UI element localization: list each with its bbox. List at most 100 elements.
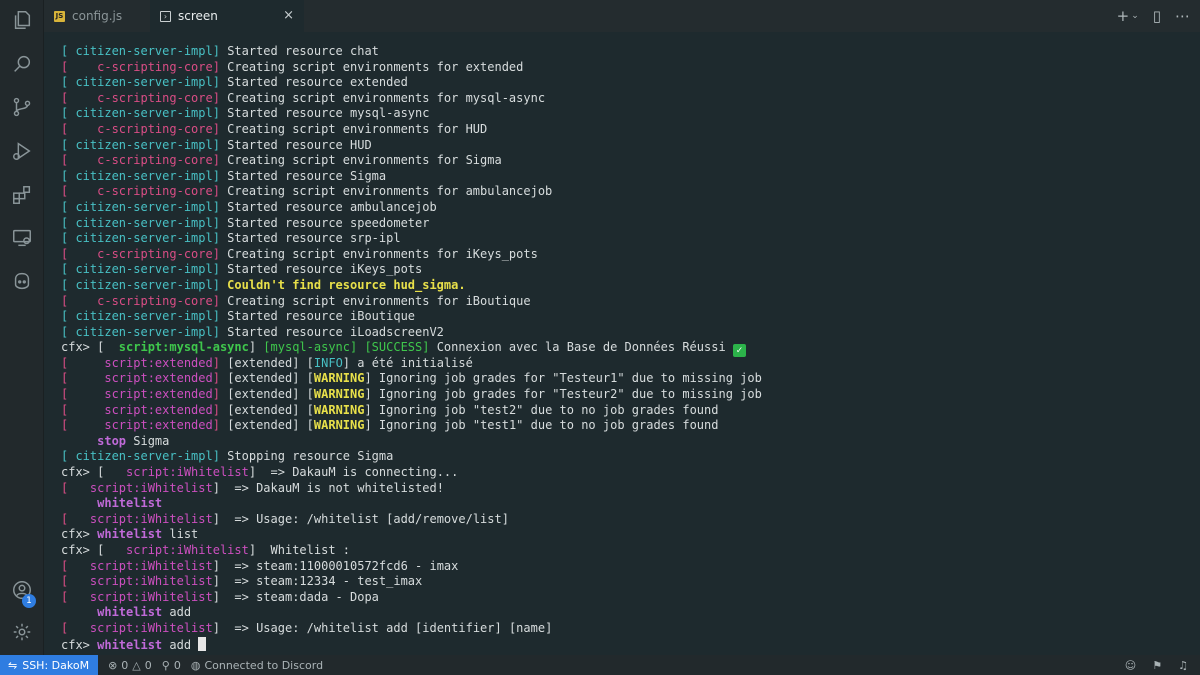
terminal-text: script:extended — [104, 371, 213, 386]
remote-ssh-button[interactable]: ⇋ SSH: DakoM — [0, 655, 99, 675]
terminal-text: INFO — [313, 355, 343, 370]
explorer-icon[interactable] — [0, 0, 44, 40]
run-debug-icon[interactable] — [0, 131, 44, 171]
source-control-icon[interactable] — [0, 87, 44, 127]
terminal-text: Creating script environments for ambulan… — [227, 184, 553, 199]
terminal-text: Started resource iKeys_pots — [227, 262, 423, 277]
terminal-text: Couldn't find resource hud_sigma. — [227, 277, 466, 292]
terminal-text: citizen-server-impl — [75, 44, 213, 58]
terminal-line: cfx> whitelist add — [61, 636, 762, 653]
new-terminal-button[interactable]: + — [1117, 7, 1130, 25]
terminal-line: [ script:iWhitelist] => steam:12334 - te… — [61, 574, 762, 590]
tab-label: config.js — [72, 9, 123, 23]
terminal-text: [ c-scripting-core] — [61, 184, 228, 199]
accounts-icon[interactable]: 1 — [0, 570, 44, 610]
terminal-text: ] Ignoring job grades for "Testeur2" due… — [364, 387, 762, 402]
activity-bar: 1 — [0, 0, 44, 655]
error-count: 0 — [121, 658, 129, 672]
terminal-text: script:iWhitelist — [89, 558, 213, 573]
terminal-panel[interactable]: [ citizen-server-impl] Started resource … — [44, 32, 1200, 655]
terminal-text: Creating script environments for iBoutiq… — [227, 293, 531, 308]
feedback-icon[interactable]: ⚑ — [1152, 659, 1162, 672]
terminal-text: Creating script environments for mysql-a… — [227, 90, 546, 105]
error-icon: ⊗ — [108, 658, 118, 672]
terminal-text: cfx> — [61, 637, 98, 652]
terminal-text: c-scripting-core — [97, 59, 213, 74]
terminal-text: whitelist — [97, 527, 163, 542]
terminal-text: add — [162, 637, 199, 652]
terminal-text: [ — [61, 620, 90, 635]
notifications-bell-icon[interactable]: ♫ — [1178, 659, 1188, 672]
copilot-icon[interactable] — [0, 261, 44, 301]
remote-icon: ⇋ — [8, 658, 18, 672]
terminal-text: script:extended — [104, 387, 213, 402]
close-icon[interactable]: × — [283, 8, 294, 23]
terminal-text: ] Ignoring job "test2" due to no job gra… — [364, 402, 719, 417]
discord-status[interactable]: ◍ Connected to Discord — [191, 659, 323, 672]
terminal-text: list — [162, 527, 199, 542]
terminal-text: cfx> [ — [61, 340, 119, 355]
terminal-line: [ c-scripting-core] Creating script envi… — [61, 60, 762, 76]
terminal-text: ] — [212, 44, 228, 58]
terminal-text: [ citizen-server-impl] — [61, 277, 228, 292]
terminal-text: script:iWhitelist — [89, 620, 213, 635]
terminal-text: ] => steam:11000010572fcd6 - imax — [212, 558, 459, 573]
terminal-line: [ c-scripting-core] Creating script envi… — [61, 153, 762, 169]
chevron-down-icon[interactable]: ⌄ — [1131, 11, 1139, 21]
terminal-cursor — [198, 636, 207, 651]
status-right: ☺ ⚑ ♫ — [1125, 655, 1188, 675]
ports-button[interactable]: ⚲ 0 — [162, 659, 181, 672]
terminal-line: stop Sigma — [61, 434, 762, 450]
problems-button[interactable]: ⊗ 0 △ 0 — [108, 659, 152, 672]
terminal-text: script:extended — [104, 402, 213, 417]
terminal-text: [ — [61, 44, 76, 58]
terminal-line: [ citizen-server-impl] Started resource … — [61, 231, 762, 247]
terminal-line: [ script:extended] [extended] [WARNING] … — [61, 418, 762, 434]
terminal-text: [ citizen-server-impl] — [61, 309, 228, 324]
terminal-text: [mysql-async] [SUCCESS] — [263, 340, 437, 355]
split-editor-icon[interactable]: ▯ — [1153, 7, 1161, 25]
terminal-text: Creating script environments for iKeys_p… — [227, 246, 538, 261]
terminal-text: Started resource Sigma — [227, 168, 387, 183]
terminal-text: [ — [61, 371, 105, 386]
terminal-line: [ script:iWhitelist] => DakauM is not wh… — [61, 481, 762, 497]
terminal-text: ] => DakauM is not whitelisted! — [212, 480, 444, 495]
terminal-text: ] — [212, 402, 228, 417]
terminal-text: [ — [61, 355, 105, 370]
terminal-line: [ script:iWhitelist] => steam:dada - Dop… — [61, 590, 762, 606]
terminal-text: script:extended — [104, 418, 213, 433]
tab-actions: + ⌄ ▯ ⋯ — [1117, 0, 1190, 32]
terminal-text: WARNING — [313, 402, 365, 417]
terminal-text: WARNING — [313, 387, 365, 402]
terminal-text: ] => DakauM is connecting... — [248, 465, 459, 480]
settings-gear-icon[interactable] — [0, 612, 44, 652]
terminal-text: [extended] [ — [227, 371, 314, 386]
terminal-text: Started resource ambulancejob — [227, 199, 437, 214]
tab-screen[interactable]: › screen × — [150, 0, 304, 32]
terminal-text: WARNING — [313, 418, 365, 433]
more-actions-icon[interactable]: ⋯ — [1175, 7, 1190, 25]
terminal-text: [ c-scripting-core] — [61, 153, 228, 168]
terminal-text: [extended] [ — [227, 355, 314, 370]
terminal-text: [ citizen-server-impl] — [61, 324, 228, 339]
terminal-text: script:iWhitelist — [89, 511, 213, 526]
ports-count: 0 — [173, 658, 181, 672]
terminal-text: [ — [61, 387, 105, 402]
terminal-text: [ c-scripting-core] — [61, 121, 228, 136]
terminal-line: [ c-scripting-core] Creating script envi… — [61, 122, 762, 138]
tab-config-js[interactable]: JS config.js — [44, 0, 150, 32]
terminal-output: [ citizen-server-impl] Started resource … — [61, 44, 762, 652]
terminal-line: [ citizen-server-impl] Stopping resource… — [61, 449, 762, 465]
ports-icon: ⚲ — [161, 658, 170, 672]
terminal-text: [ — [61, 558, 90, 573]
terminal-line: cfx> [ script:iWhitelist] Whitelist : — [61, 543, 762, 559]
terminal-text: ] => steam:12334 - test_imax — [212, 574, 423, 589]
extensions-icon[interactable] — [0, 175, 44, 215]
terminal-text: [ citizen-server-impl] — [61, 215, 228, 230]
remote-explorer-icon[interactable] — [0, 218, 44, 258]
search-icon[interactable] — [0, 44, 44, 84]
js-file-icon: JS — [54, 10, 65, 22]
terminal-text: [ citizen-server-impl] — [61, 168, 228, 183]
copilot-status-icon[interactable]: ☺ — [1125, 659, 1136, 672]
